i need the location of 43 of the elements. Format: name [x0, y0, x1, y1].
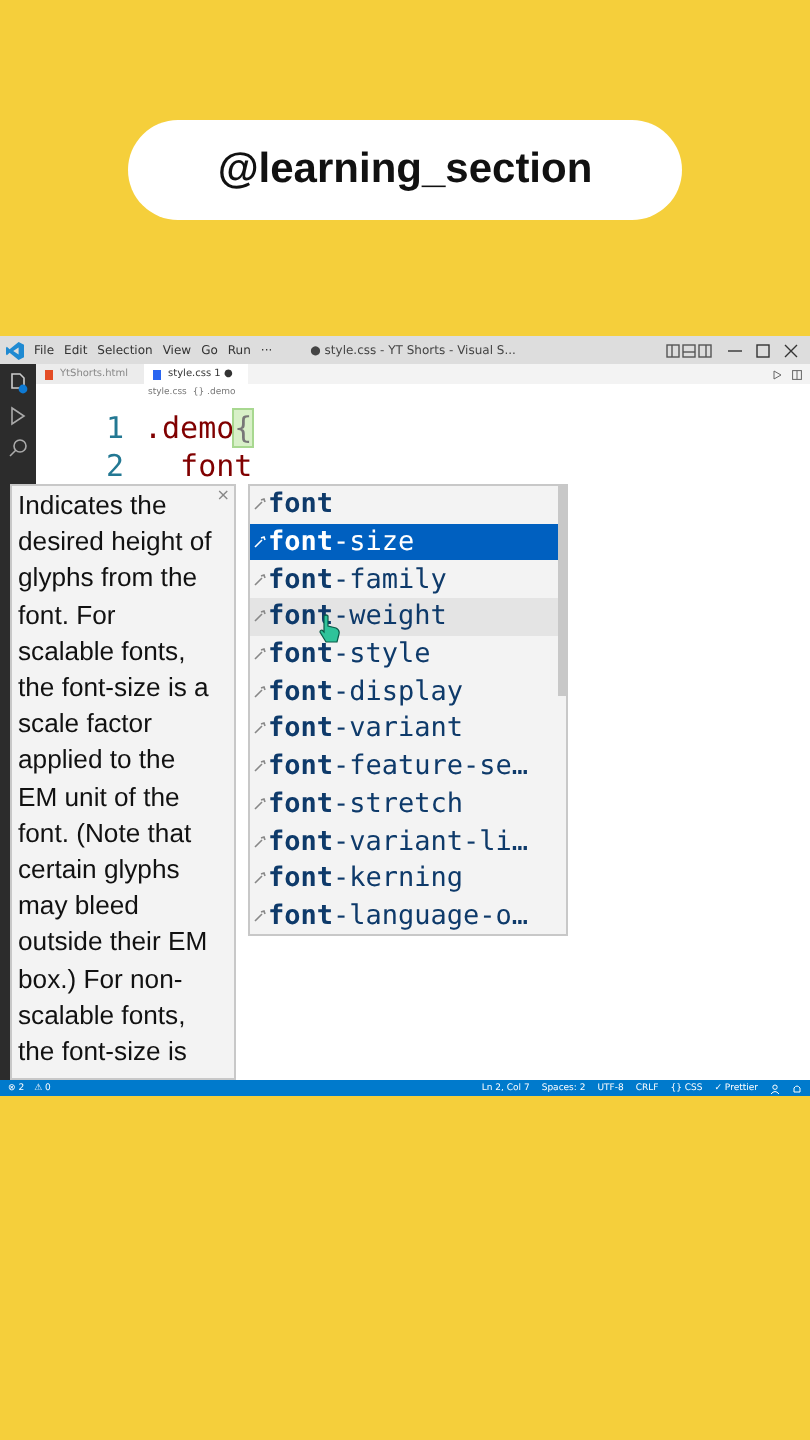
line-number: 1: [103, 409, 126, 445]
suggestion-item[interactable]: font-variant: [250, 710, 566, 748]
suggestion-item[interactable]: font-language-o…: [250, 897, 566, 935]
files-icon[interactable]: [8, 372, 28, 394]
wrench-icon: [254, 648, 266, 661]
wrench-icon: [254, 498, 266, 511]
suggestion-item[interactable]: font-kerning: [250, 859, 566, 898]
run-debug-icon[interactable]: [8, 406, 28, 426]
search-icon[interactable]: [8, 438, 28, 458]
wrench-icon: [254, 722, 266, 735]
file-icon: [152, 369, 163, 379]
channel-handle: @learning_section: [128, 120, 682, 220]
split-editor-icon[interactable]: [792, 369, 802, 379]
wrench-icon: [254, 573, 266, 586]
layout-icon[interactable]: [666, 343, 714, 357]
app-logo-icon: [6, 341, 24, 359]
wrench-icon: [254, 835, 266, 848]
suggestion-item[interactable]: font-stretch: [250, 785, 566, 823]
file-icon: [44, 369, 54, 379]
code-text: font: [178, 447, 253, 483]
code-text: .demo: [144, 409, 235, 445]
bell-icon[interactable]: [792, 1083, 802, 1093]
bracket-highlight: {: [234, 409, 253, 445]
suggestion-item[interactable]: font-display: [250, 672, 566, 711]
documentation-text: Indicates the desired height of glyphs from the font. For scalable fonts, the font-size is a scale factor applied to the EM unit of the font. (Note that certain glyphs may bleed outside their EM box.) For non-scalable fonts, the font-size is: [18, 488, 214, 1071]
suggestion-item[interactable]: font: [250, 486, 566, 524]
line-number: 2: [103, 447, 126, 483]
wrench-icon: [254, 610, 266, 623]
wrench-icon: [254, 536, 266, 549]
person-icon[interactable]: [770, 1083, 780, 1093]
wrench-icon: [254, 909, 266, 922]
run-icon[interactable]: [772, 369, 782, 379]
maximize-icon[interactable]: [756, 343, 770, 357]
suggestion-item[interactable]: font-variant-li…: [250, 822, 566, 860]
wrench-icon: [254, 760, 266, 773]
suggestion-item[interactable]: font-style: [250, 635, 566, 673]
wrench-icon: [254, 685, 266, 698]
close-icon[interactable]: [784, 343, 798, 357]
wrench-icon: [254, 797, 266, 810]
wrench-icon: [254, 872, 266, 885]
scrollbar[interactable]: [558, 486, 566, 696]
suggestion-item[interactable]: font-feature-se…: [250, 747, 566, 785]
suggestion-item[interactable]: font-family: [250, 560, 566, 599]
